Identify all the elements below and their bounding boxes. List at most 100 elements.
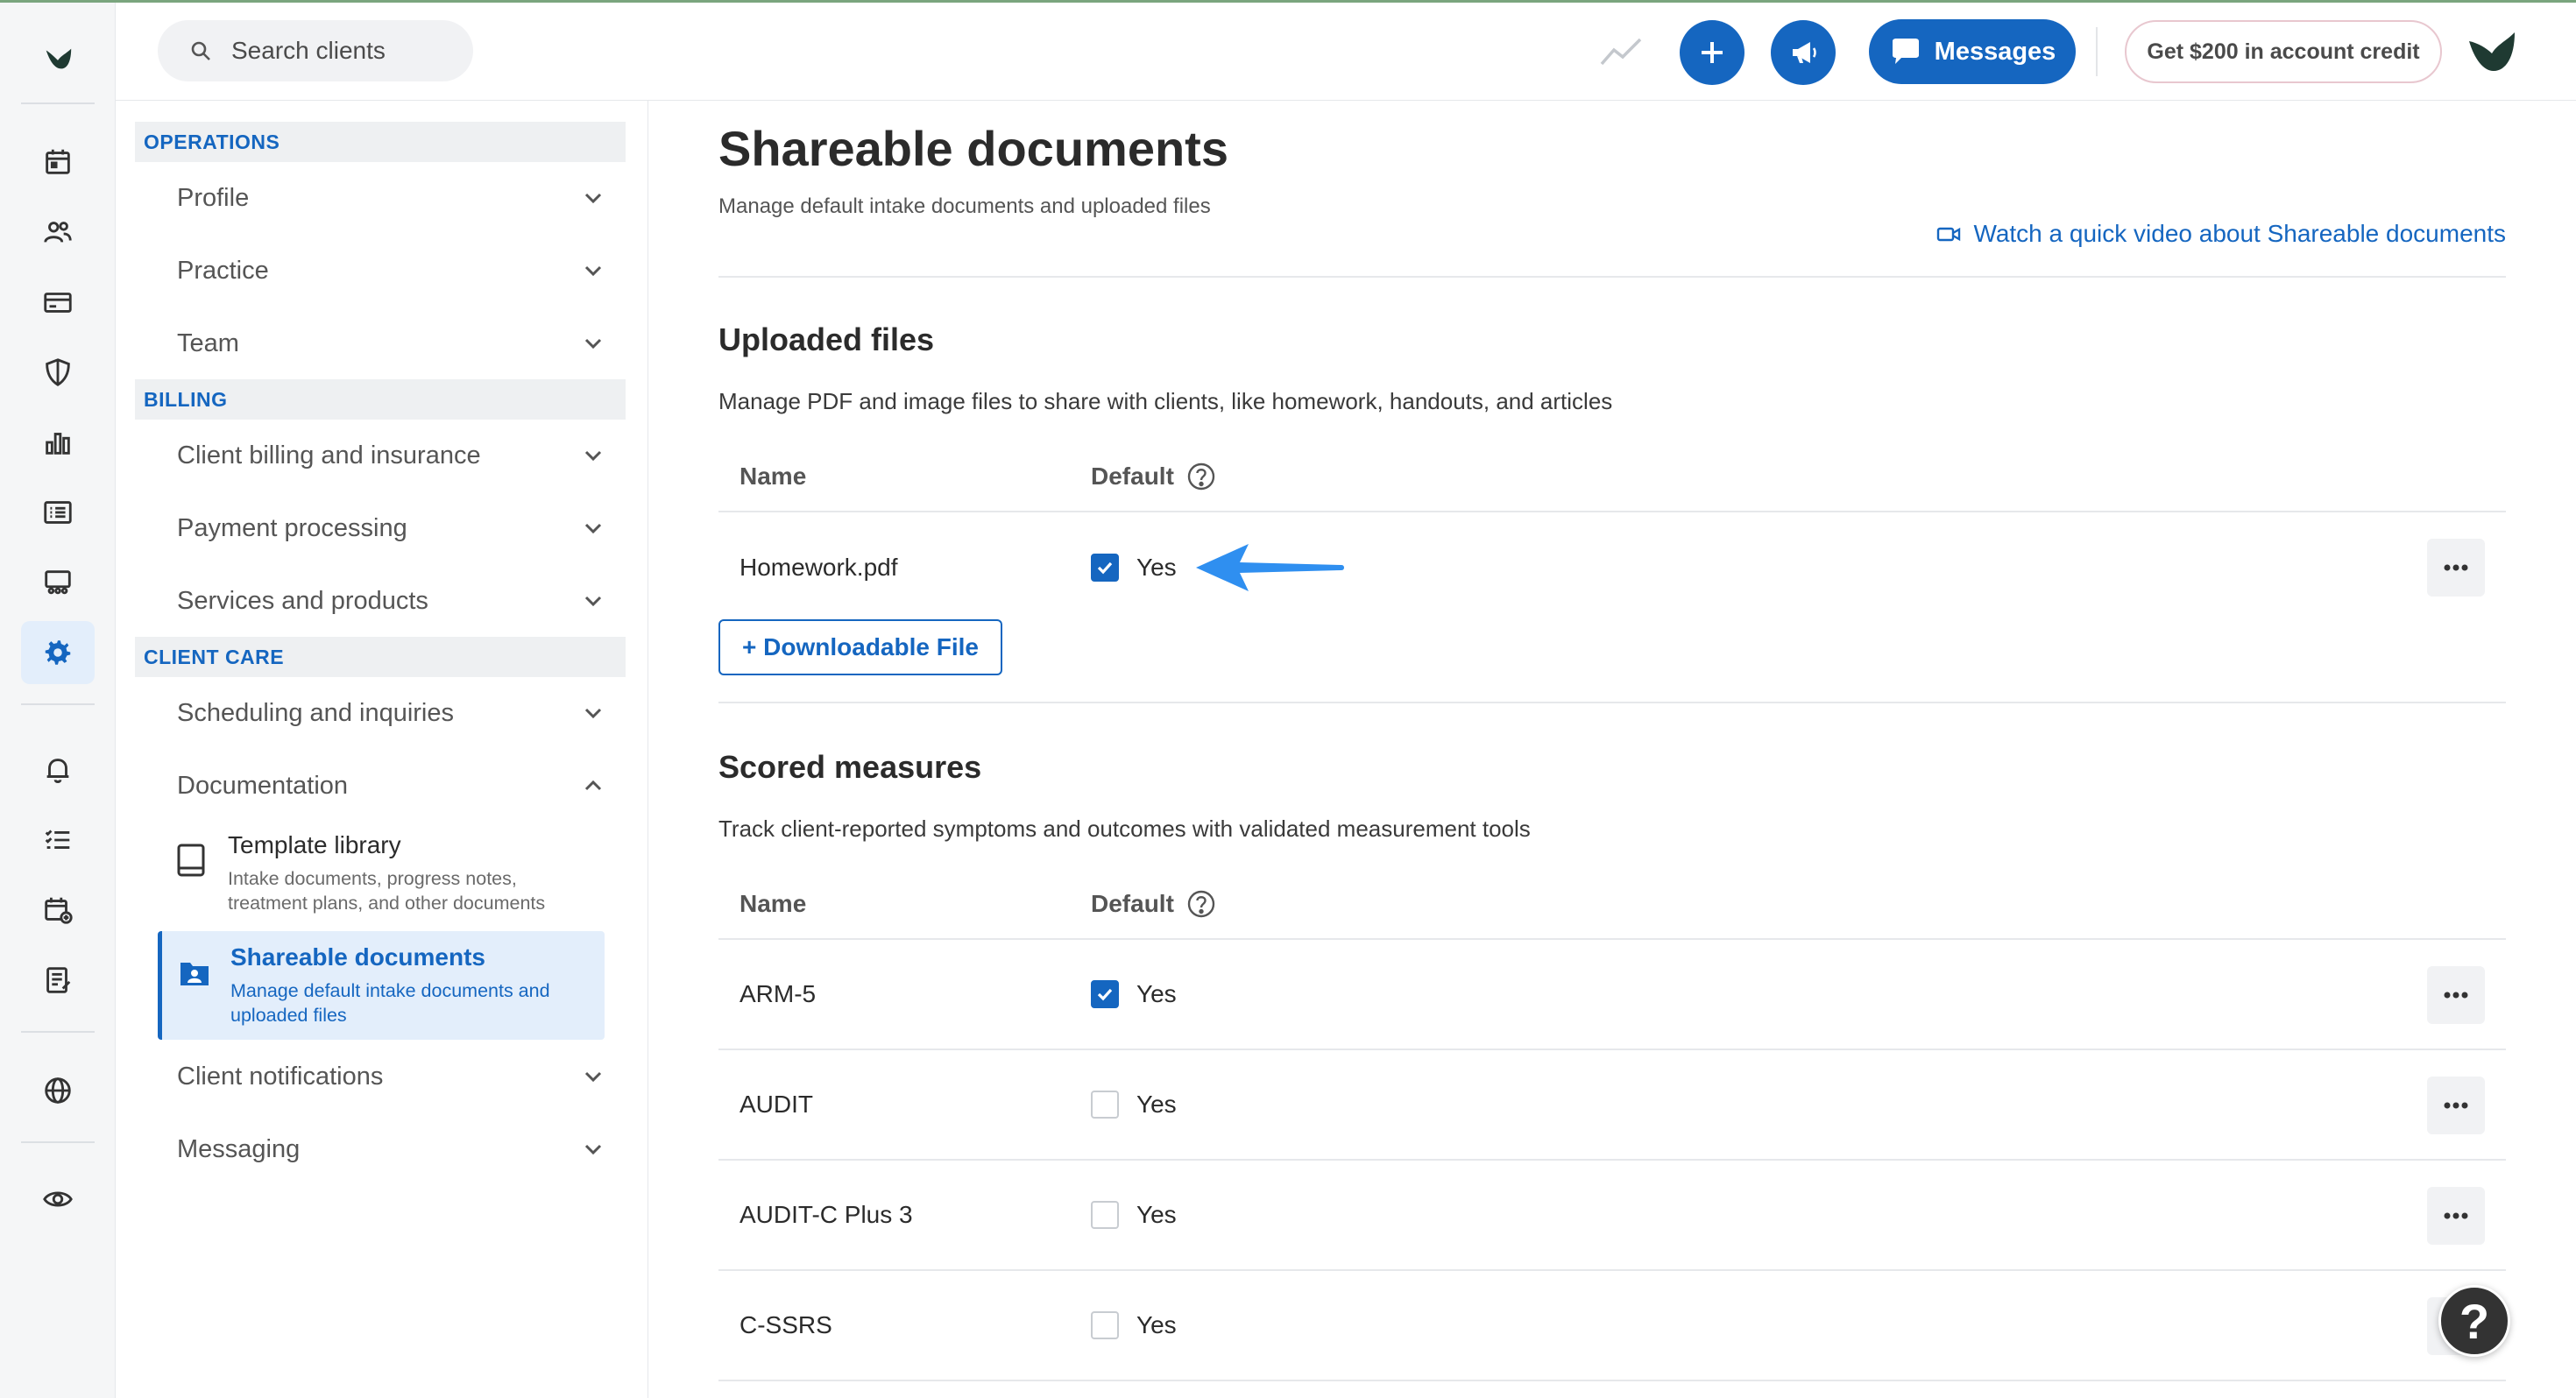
nav-section-client-care: CLIENT CARE — [135, 637, 626, 677]
watch-video-link[interactable]: Watch a quick video about Shareable docu… — [1936, 220, 2506, 248]
uploaded-files-table: Name Default Homework.pdf Yes — [718, 442, 2506, 623]
table-row: Homework.pdf Yes — [718, 512, 2506, 623]
tasks-checklist-icon[interactable] — [21, 808, 95, 872]
nav-item-scheduling[interactable]: Scheduling and inquiries — [135, 679, 626, 747]
plus-icon — [1702, 42, 1723, 63]
nav-item-label: Practice — [177, 256, 269, 285]
table-header: Name Default — [718, 870, 2506, 940]
announcements-button[interactable] — [1771, 20, 1836, 85]
row-more-button[interactable] — [2427, 1187, 2485, 1245]
eye-icon[interactable] — [21, 1168, 95, 1231]
nav-item-client-billing[interactable]: Client billing and insurance — [135, 421, 626, 490]
row-more-button[interactable] — [2427, 1077, 2485, 1134]
nav-item-profile[interactable]: Profile — [135, 164, 626, 232]
analytics-bar-icon[interactable] — [21, 411, 95, 474]
help-circle-icon[interactable] — [1186, 889, 1216, 919]
table-row: C-SSRS Yes — [718, 1271, 2506, 1381]
messages-button[interactable]: Messages — [1869, 19, 2076, 84]
default-cell: Yes — [1091, 1311, 1177, 1339]
nav-item-label: Team — [177, 328, 239, 357]
settings-nav: OPERATIONS Profile Practice Team BILLING… — [116, 101, 648, 1398]
check-icon — [1097, 988, 1113, 1001]
topbar-divider — [2096, 27, 2098, 76]
sub-item-shareable-documents[interactable]: Shareable documents Manage default intak… — [158, 931, 605, 1040]
sub-item-description: Manage default intake documents and uplo… — [230, 980, 550, 1026]
messages-label: Messages — [1934, 37, 2056, 66]
measure-name: C-SSRS — [740, 1311, 832, 1338]
nav-item-label: Messaging — [177, 1134, 301, 1163]
top-bar: Search clients Messages Get $200 in acco… — [116, 3, 2576, 101]
nav-item-label: Client billing and insurance — [177, 441, 481, 470]
chevron-down-icon — [584, 596, 602, 607]
account-credit-button[interactable]: Get $200 in account credit — [2125, 20, 2442, 83]
list-icon[interactable] — [21, 481, 95, 544]
nav-item-label: Services and products — [177, 586, 428, 615]
nav-item-team[interactable]: Team — [135, 309, 626, 378]
default-label: Yes — [1136, 1311, 1177, 1338]
shared-folder-icon — [180, 963, 209, 985]
billing-card-icon[interactable] — [21, 271, 95, 334]
nav-item-label: Client notifications — [177, 1062, 384, 1091]
trend-icon[interactable] — [1596, 31, 1645, 73]
sub-item-template-library[interactable]: Template library Intake documents, progr… — [158, 819, 605, 928]
marketplace-icon[interactable] — [21, 551, 95, 614]
column-header-default: Default — [1091, 889, 1216, 919]
help-circle-icon[interactable] — [1186, 462, 1216, 491]
column-header-name: Name — [740, 890, 807, 917]
globe-icon[interactable] — [21, 1059, 95, 1122]
divider — [718, 702, 2506, 703]
uploaded-files-title: Uploaded files — [718, 321, 935, 357]
table-row: AUDIT Yes — [718, 1050, 2506, 1161]
default-cell: Yes — [1091, 1091, 1177, 1119]
megaphone-icon — [1793, 42, 1816, 63]
check-icon — [1097, 561, 1113, 575]
default-checkbox[interactable] — [1091, 554, 1119, 582]
add-button[interactable] — [1680, 20, 1744, 85]
default-checkbox[interactable] — [1091, 1091, 1119, 1119]
add-downloadable-file-button[interactable]: + Downloadable File — [718, 619, 1002, 675]
chat-bubble-icon — [1892, 39, 1919, 64]
default-cell: Yes — [1091, 554, 1177, 582]
chevron-down-icon — [584, 523, 602, 534]
notifications-bell-icon[interactable] — [21, 738, 95, 801]
sub-item-title: Shareable documents — [230, 943, 485, 971]
clients-icon[interactable] — [21, 201, 95, 264]
annotation-arrow-icon — [1196, 544, 1344, 591]
nav-item-practice[interactable]: Practice — [135, 237, 626, 305]
calendar-add-icon[interactable] — [21, 879, 95, 942]
column-header-default-label: Default — [1091, 890, 1174, 917]
more-dots-icon — [2444, 1102, 2468, 1109]
nav-item-label: Documentation — [177, 771, 349, 800]
icon-rail — [0, 3, 116, 1398]
sub-item-description: Intake documents, progress notes, treatm… — [228, 868, 546, 914]
logo-icon[interactable] — [21, 27, 95, 90]
help-button[interactable]: ? — [2438, 1285, 2510, 1357]
default-checkbox[interactable] — [1091, 980, 1119, 1008]
nav-item-services-products[interactable]: Services and products — [135, 567, 626, 635]
file-name: Homework.pdf — [740, 554, 898, 581]
nav-item-payment-processing[interactable]: Payment processing — [135, 494, 626, 562]
video-camera-icon — [1937, 227, 1961, 242]
more-dots-icon — [2444, 992, 2468, 999]
nav-item-messaging[interactable]: Messaging — [135, 1115, 626, 1183]
logo-icon[interactable] — [2464, 25, 2520, 78]
chevron-up-icon — [584, 780, 602, 791]
default-cell: Yes — [1091, 980, 1177, 1008]
search-icon — [191, 41, 210, 60]
search-input[interactable]: Search clients — [158, 20, 473, 81]
uploaded-files-description: Manage PDF and image files to share with… — [718, 388, 1613, 414]
notes-icon[interactable] — [21, 949, 95, 1012]
default-checkbox[interactable] — [1091, 1311, 1119, 1339]
row-more-button[interactable] — [2427, 966, 2485, 1024]
default-label: Yes — [1136, 554, 1177, 581]
default-checkbox[interactable] — [1091, 1201, 1119, 1229]
insurance-shield-icon[interactable] — [21, 341, 95, 404]
settings-gear-icon[interactable] — [21, 621, 95, 684]
nav-item-documentation[interactable]: Documentation — [135, 752, 626, 820]
chevron-down-icon — [584, 450, 602, 462]
calendar-icon[interactable] — [21, 131, 95, 194]
column-header-default-label: Default — [1091, 462, 1174, 490]
book-icon — [177, 844, 205, 877]
row-more-button[interactable] — [2427, 539, 2485, 597]
nav-item-client-notifications[interactable]: Client notifications — [135, 1042, 626, 1111]
